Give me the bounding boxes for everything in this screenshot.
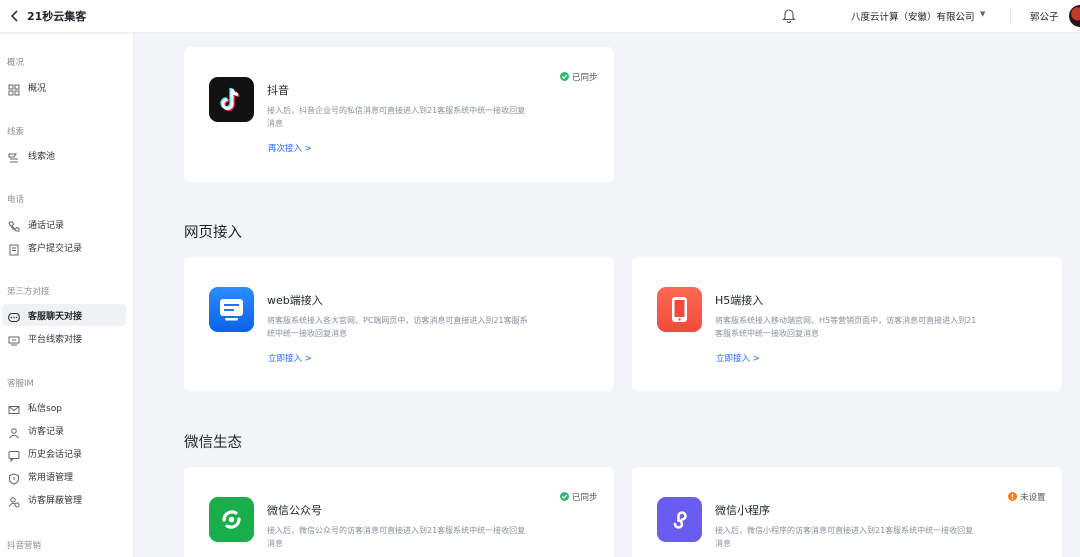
sidebar-item-clue-pool[interactable]: 线索池 xyxy=(2,144,126,166)
platform-icon xyxy=(8,332,20,346)
sidebar-item-label: 线索池 xyxy=(28,152,56,162)
connect-now-link[interactable]: 立即接入 > xyxy=(268,352,312,364)
sidebar-group-douyin: 抖音营销 xyxy=(7,541,42,551)
status-badge: 已同步 xyxy=(560,491,598,503)
chat-icon xyxy=(8,309,20,323)
web-card: web端接入 将客服系统接入各大官网、PC端网页中，访客消息可直接进入到21客服… xyxy=(184,257,614,391)
caret-down-icon[interactable]: ▼ xyxy=(980,10,985,18)
phone-icon xyxy=(8,218,20,232)
clue-pool-icon xyxy=(8,149,20,163)
sidebar-group-overview: 概况 xyxy=(7,58,25,68)
sidebar-item-visitor-block[interactable]: 访客屏蔽管理 xyxy=(2,488,126,510)
mobile-phone-icon xyxy=(657,287,702,332)
reconnect-link[interactable]: 再次接入 > xyxy=(268,142,312,154)
sidebar-item-submit-records[interactable]: 客户提交记录 xyxy=(2,236,126,258)
sidebar-item-platform-clue[interactable]: 平台线索对接 xyxy=(2,327,126,349)
sidebar-item-history-chats[interactable]: 历史会话记录 xyxy=(2,442,126,464)
card-title: 抖音 xyxy=(267,84,289,97)
card-title: H5端接入 xyxy=(715,294,764,307)
grid-icon xyxy=(8,81,20,96)
sidebar-item-label: 访客记录 xyxy=(28,427,65,437)
divider xyxy=(1010,9,1011,23)
sidebar-group-third-party: 第三方对接 xyxy=(7,287,50,297)
sidebar-item-label: 常用语管理 xyxy=(28,473,74,483)
card-title: web端接入 xyxy=(267,294,323,307)
sidebar-item-label: 历史会话记录 xyxy=(28,450,83,460)
check-circle-icon xyxy=(560,72,569,81)
sidebar-group-im: 客服IM xyxy=(7,379,34,389)
connect-now-link[interactable]: 立即接入 > xyxy=(716,352,760,364)
warning-circle-icon xyxy=(1008,492,1017,501)
status-text: 未设置 xyxy=(1020,493,1046,503)
form-icon xyxy=(8,241,20,256)
sidebar-group-clue: 线索 xyxy=(7,127,25,137)
web-chat-logo-icon xyxy=(209,287,254,332)
sidebar: 概况 概况 线索 线索池 电话 通话记录 客户提交记录 第三方对接 客服聊天对接… xyxy=(0,34,134,557)
wechat-mini-program-card: 微信小程序 接入后，微信小程序的访客消息可直接进入到21客服系统中统一接收回复消… xyxy=(632,467,1062,557)
card-description: 接入后，微信小程序的访客消息可直接进入到21客服系统中统一接收回复消息 xyxy=(715,526,974,548)
history-chat-icon xyxy=(8,447,20,463)
sidebar-item-chat-integration[interactable]: 客服聊天对接 xyxy=(2,304,126,326)
status-badge: 已同步 xyxy=(560,71,598,83)
company-selector[interactable]: 八度云计算（安徽）有限公司 xyxy=(851,9,975,23)
sidebar-item-label: 客户提交记录 xyxy=(28,244,83,254)
card-description: 将客服系统接入各大官网、PC端网页中，访客消息可直接进入到21客服系统中统一接收… xyxy=(267,316,528,338)
douyin-card: 抖音 接入后，抖音企业号的私信消息可直接进入到21客服系统中统一接收回复消息 再… xyxy=(184,47,614,182)
status-badge: 未设置 xyxy=(1008,491,1046,503)
card-description: 将客服系统接入移动端官网、H5等营销页面中，访客消息可直接进入到21客服系统中统… xyxy=(715,316,977,338)
top-bar: 21秒云集客 八度云计算（安徽）有限公司 ▼ 郭公子 xyxy=(0,0,1080,33)
sidebar-item-label: 通话记录 xyxy=(28,221,65,231)
mini-program-icon xyxy=(657,497,702,542)
tiktok-logo-icon xyxy=(209,77,254,122)
shield-icon xyxy=(8,470,20,485)
back-arrow-icon[interactable] xyxy=(10,9,22,23)
username[interactable]: 郭公子 xyxy=(1030,9,1059,23)
card-title: 微信公众号 xyxy=(267,504,322,517)
sidebar-item-label: 概况 xyxy=(28,84,47,94)
sidebar-item-call-records[interactable]: 通话记录 xyxy=(2,213,126,235)
status-text: 已同步 xyxy=(572,493,598,503)
card-title: 微信小程序 xyxy=(715,504,770,517)
section-title-web: 网页接入 xyxy=(184,225,242,241)
app-title: 21秒云集客 xyxy=(27,10,87,23)
bell-icon[interactable] xyxy=(782,7,796,23)
sidebar-item-visitor-records[interactable]: 访客记录 xyxy=(2,419,126,441)
card-description: 接入后，抖音企业号的私信消息可直接进入到21客服系统中统一接收回复消息 xyxy=(267,106,526,128)
check-circle-icon xyxy=(560,492,569,501)
block-user-icon xyxy=(8,493,20,508)
sidebar-item-label: 客服聊天对接 xyxy=(28,312,83,322)
sidebar-item-phrases[interactable]: 常用语管理 xyxy=(2,465,126,487)
wechat-official-account-icon xyxy=(209,497,254,542)
section-title-wechat: 微信生态 xyxy=(184,435,242,451)
sidebar-item-label: 访客屏蔽管理 xyxy=(28,496,83,506)
card-description: 接入后，微信公众号的访客消息可直接进入到21客服系统中统一接收回复消息 xyxy=(267,526,526,548)
mail-icon xyxy=(8,401,20,414)
sidebar-item-overview[interactable]: 概况 xyxy=(2,76,126,98)
avatar[interactable] xyxy=(1069,5,1080,27)
wechat-official-account-card: 微信公众号 接入后，微信公众号的访客消息可直接进入到21客服系统中统一接收回复消… xyxy=(184,467,614,557)
sidebar-item-dm-sop[interactable]: 私信sop xyxy=(2,396,126,418)
sidebar-item-label: 平台线索对接 xyxy=(28,335,83,345)
sidebar-group-phone: 电话 xyxy=(7,195,25,205)
h5-card: H5端接入 将客服系统接入移动端官网、H5等营销页面中，访客消息可直接进入到21… xyxy=(632,257,1062,391)
sidebar-item-label: 私信sop xyxy=(28,404,62,414)
status-text: 已同步 xyxy=(572,73,598,83)
visitor-icon xyxy=(8,424,20,439)
